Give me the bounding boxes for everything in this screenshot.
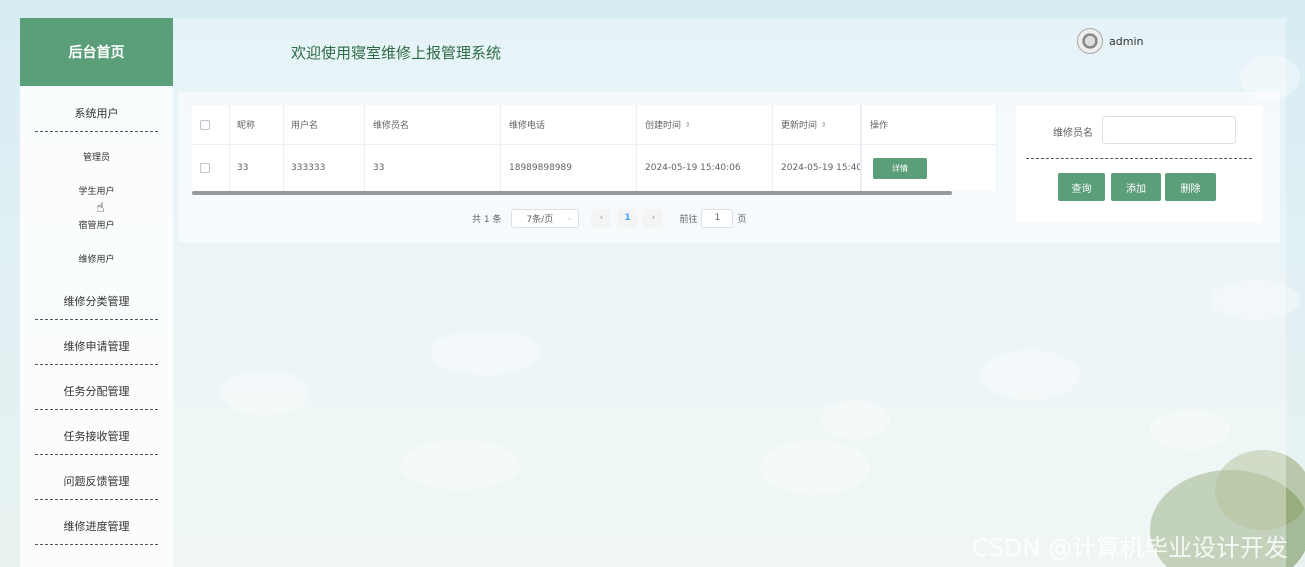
row-checkbox[interactable] [200, 163, 210, 173]
search-panel: 维修员名 查询 添加 删除 [1016, 105, 1263, 223]
chevron-down-icon: ⌄ [566, 214, 573, 222]
repairman-search-label: 维修员名 [1053, 128, 1093, 139]
sidebar-item-repair-users[interactable]: 维修用户 [35, 252, 158, 265]
row-select-cell [192, 145, 230, 191]
goto-label: 前往 [679, 214, 698, 225]
query-button[interactable]: 查询 [1058, 173, 1105, 201]
table-header: 昵称 用户名 维修员名 维修电话 创建时间 ⇕ 更新时间 ⇕ 操作 [192, 105, 997, 145]
delete-button[interactable]: 删除 [1165, 173, 1216, 201]
sidebar: 后台首页 系统用户 管理员 学生用户 宿管用户 维修用户 维修分类管理 维修申请… [20, 18, 173, 567]
sidebar-item-dorm-managers[interactable]: 宿管用户 [35, 218, 158, 231]
sidebar-item-task-assignment[interactable]: 任务分配管理 [35, 383, 158, 410]
sort-icon[interactable]: ⇕ [821, 121, 827, 129]
cell-repairman: 33 [365, 145, 501, 191]
page-number-current[interactable]: 1 [617, 208, 638, 228]
page-size-select[interactable]: 7条/页 ⌄ [511, 208, 580, 228]
sidebar-item-admins[interactable]: 管理员 [35, 150, 158, 163]
select-all-checkbox[interactable] [200, 119, 210, 130]
username-label[interactable]: admin [1109, 35, 1143, 48]
cell-updated: 2024-05-19 15:40:06 [773, 145, 861, 191]
column-header-repairman: 维修员名 [365, 105, 501, 144]
cell-nickname: 33 [229, 145, 284, 191]
prev-page-button[interactable]: ‹ [591, 208, 612, 228]
cell-created: 2024-05-19 15:40:06 [637, 145, 773, 191]
sidebar-item-system-users[interactable]: 系统用户 [35, 105, 158, 132]
pagination-total: 共 1 条 [472, 214, 502, 225]
column-header-username: 用户名 [283, 105, 365, 144]
cell-username: 333333 [283, 145, 365, 191]
next-page-button[interactable]: › [643, 208, 664, 228]
goto-page-input[interactable]: 1 [701, 208, 734, 228]
column-header-nickname: 昵称 [229, 105, 284, 144]
sidebar-item-task-receive[interactable]: 任务接收管理 [35, 428, 158, 455]
chevron-left-icon: ‹ [599, 213, 604, 223]
cell-phone: 18989898989 [501, 145, 637, 191]
add-button[interactable]: 添加 [1111, 173, 1161, 201]
repairman-search-input[interactable] [1102, 116, 1236, 144]
select-all-cell [192, 105, 230, 144]
sidebar-item-feedback[interactable]: 问题反馈管理 [35, 473, 158, 500]
column-header-action: 操作 [861, 105, 997, 144]
detail-button[interactable]: 详情 [873, 157, 927, 179]
page-size-value: 7条/页 [526, 214, 554, 225]
data-table: 昵称 用户名 维修员名 维修电话 创建时间 ⇕ 更新时间 ⇕ 操作 33 333… [192, 105, 997, 191]
column-header-created-label: 创建时间 [645, 121, 682, 131]
page-unit-label: 页 [737, 214, 747, 225]
sidebar-item-repair-category[interactable]: 维修分类管理 [35, 293, 158, 320]
sidebar-item-repair-progress[interactable]: 维修进度管理 [35, 518, 158, 545]
avatar[interactable] [1077, 28, 1103, 54]
column-header-created[interactable]: 创建时间 ⇕ [637, 105, 773, 144]
sidebar-item-students[interactable]: 学生用户 [35, 184, 158, 197]
cell-action: 详情 [861, 145, 997, 191]
sort-icon[interactable]: ⇕ [685, 121, 691, 129]
pagination: 共 1 条 7条/页 ⌄ ‹ 1 › 前往 1 页 [472, 208, 746, 228]
table-horizontal-scrollbar[interactable] [192, 191, 952, 195]
divider [1026, 158, 1252, 159]
mouse-cursor-icon: ☝ [96, 200, 105, 216]
sidebar-brand[interactable]: 后台首页 [20, 18, 173, 86]
table-row: 33 333333 33 18989898989 2024-05-19 15:4… [192, 145, 997, 191]
page-title: 欢迎使用寝室维修上报管理系统 [291, 44, 502, 62]
user-menu[interactable]: admin [1077, 28, 1143, 54]
column-header-updated-label: 更新时间 [781, 121, 818, 131]
chevron-right-icon: › [651, 213, 656, 223]
watermark-text: CSDN @计算机毕业设计开发 [972, 534, 1289, 562]
column-header-phone: 维修电话 [501, 105, 637, 144]
sidebar-item-repair-requests[interactable]: 维修申请管理 [35, 338, 158, 365]
column-header-updated[interactable]: 更新时间 ⇕ [773, 105, 861, 144]
